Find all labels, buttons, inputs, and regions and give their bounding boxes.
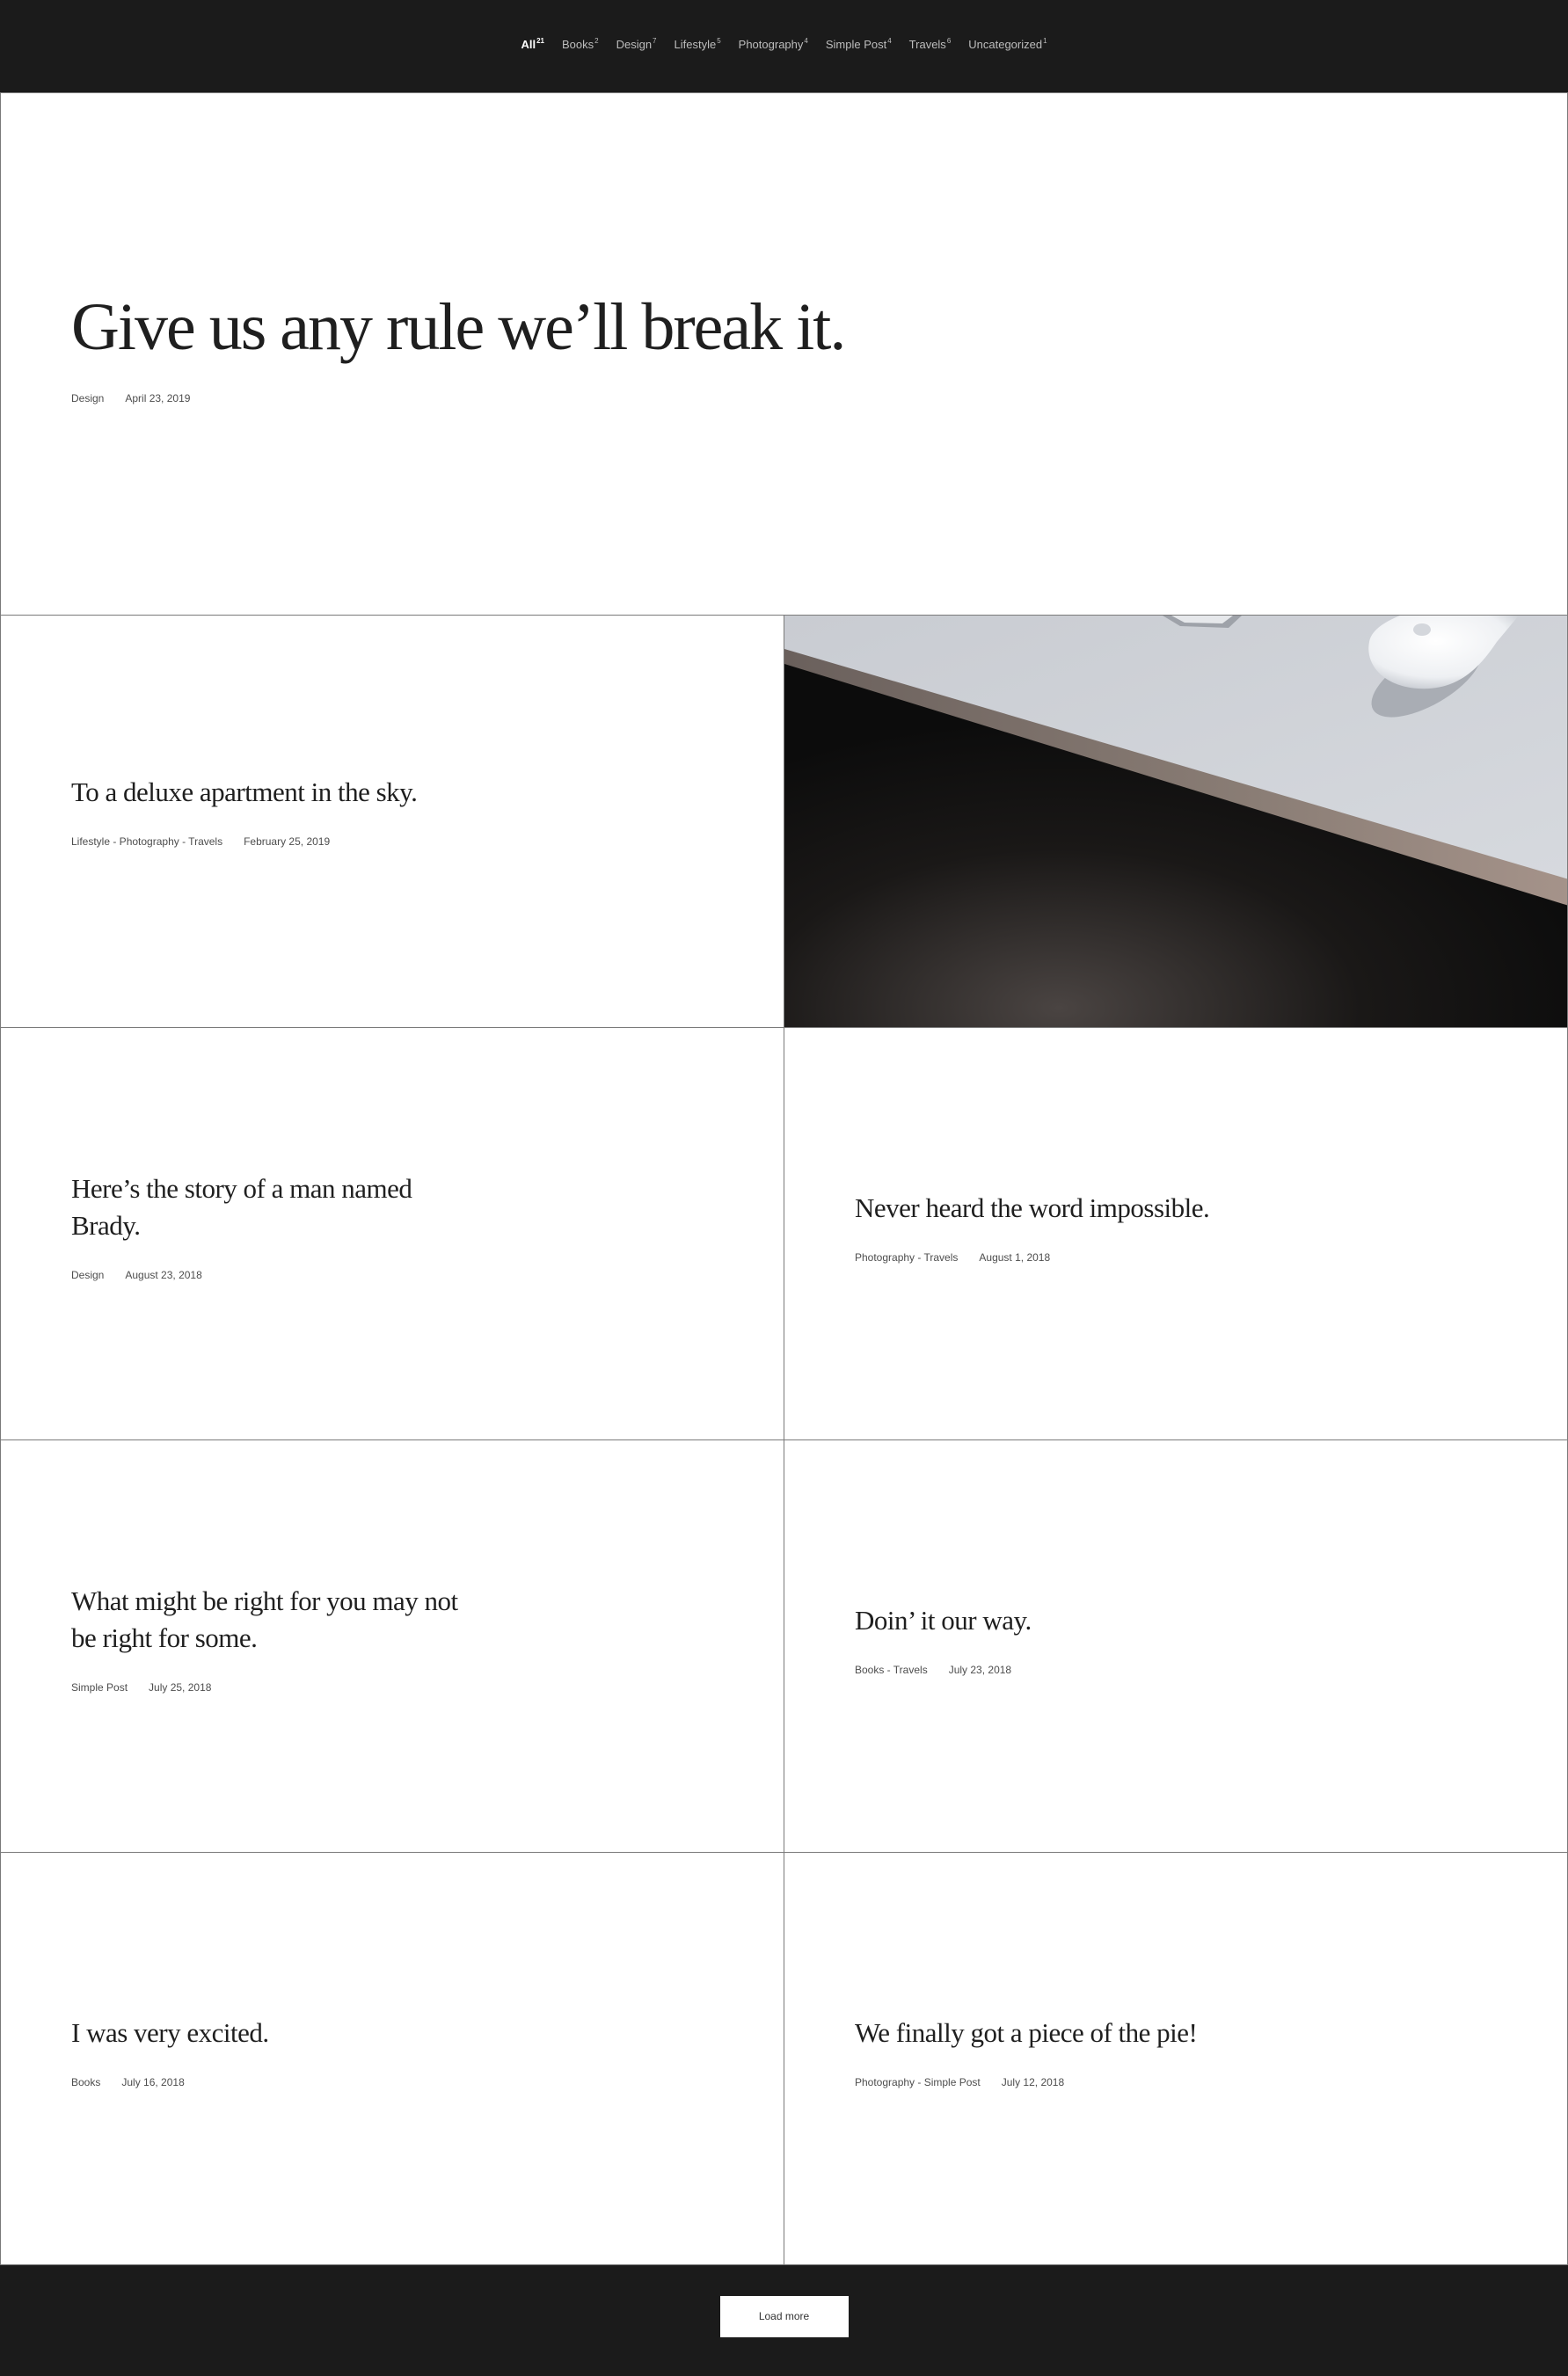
post-date: July 16, 2018 [121,2076,185,2088]
post-thumbnail-image[interactable] [784,615,1568,1028]
post-meta: Books - Travels July 23, 2018 [855,1664,1032,1676]
filter-simple-post[interactable]: Simple Post4 [826,37,892,51]
post-card-featured[interactable]: Give us any rule we’ll break it. Design … [0,92,1568,616]
post-title[interactable]: Here’s the story of a man named Brady. [71,1170,467,1244]
filter-photography[interactable]: Photography4 [739,37,808,51]
filter-label: Photography [738,37,804,51]
filter-label: All [521,37,536,51]
post-meta: Design April 23, 2019 [71,392,844,405]
post-meta: Lifestyle - Photography - Travels Februa… [71,835,417,848]
filter-uncategorized[interactable]: Uncategorized1 [968,37,1047,51]
filter-lifestyle[interactable]: Lifestyle5 [675,37,721,51]
post-title[interactable]: What might be right for you may not be r… [71,1583,485,1657]
filter-all[interactable]: All21 [521,37,544,51]
load-more-bar: Load more [0,2265,1568,2376]
post-date: July 12, 2018 [1001,2076,1065,2088]
load-more-button[interactable]: Load more [719,2295,849,2337]
filter-count: 6 [946,36,952,45]
post-card[interactable]: Here’s the story of a man named Brady. D… [0,1027,784,1440]
post-date: August 1, 2018 [979,1251,1051,1264]
filter-label: Simple Post [825,37,887,51]
post-title[interactable]: I was very excited. [71,2015,269,2052]
post-date: July 23, 2018 [948,1664,1012,1676]
category-filter-bar: All21 Books2 Design7 Lifestyle5 Photogra… [0,0,1568,92]
post-categories[interactable]: Design [71,1269,104,1281]
post-meta: Photography - Travels August 1, 2018 [855,1251,1209,1264]
filter-count: 4 [804,36,808,45]
post-categories[interactable]: Simple Post [71,1681,128,1694]
post-categories[interactable]: Photography - Travels [855,1251,958,1264]
filter-count: 1 [1043,36,1047,45]
post-date: July 25, 2018 [149,1681,212,1694]
filter-label: Uncategorized [968,37,1043,51]
post-meta: Simple Post July 25, 2018 [71,1681,485,1694]
post-date: April 23, 2019 [125,392,191,405]
post-categories[interactable]: Books [71,2076,100,2088]
filter-label: Travels [908,37,946,51]
post-card[interactable]: Doin’ it our way. Books - Travels July 2… [784,1439,1568,1853]
category-filters: All21 Books2 Design7 Lifestyle5 Photogra… [521,37,1047,51]
post-title[interactable]: To a deluxe apartment in the sky. [71,774,418,811]
filter-count: 5 [717,36,721,45]
filter-travels[interactable]: Travels6 [909,37,952,51]
laptop-mouse-photo [784,616,1567,1027]
filter-label: Lifestyle [674,37,717,51]
post-date: February 25, 2019 [244,835,331,848]
post-title[interactable]: Doin’ it our way. [855,1602,1032,1639]
post-meta: Books July 16, 2018 [71,2076,269,2088]
post-title[interactable]: Never heard the word impossible. [855,1190,1210,1227]
post-card[interactable]: I was very excited. Books July 16, 2018 [0,1852,784,2265]
post-title[interactable]: Give us any rule we’ll break it. [71,292,846,362]
post-categories[interactable]: Books - Travels [855,1664,928,1676]
filter-count: 2 [594,36,599,45]
post-date: August 23, 2018 [125,1269,202,1281]
post-categories[interactable]: Lifestyle - Photography - Travels [71,835,222,848]
post-categories[interactable]: Design [71,392,104,405]
post-meta: Design August 23, 2018 [71,1269,467,1281]
filter-count: 7 [653,36,657,45]
filter-label: Books [561,37,594,51]
filter-count: 4 [887,36,892,45]
post-card[interactable]: We finally got a piece of the pie! Photo… [784,1852,1568,2265]
post-title[interactable]: We finally got a piece of the pie! [855,2015,1198,2052]
filter-label: Design [616,37,653,51]
filter-count: 21 [536,36,544,45]
filter-design[interactable]: Design7 [616,37,657,51]
post-meta: Photography - Simple Post July 12, 2018 [855,2076,1197,2088]
post-card[interactable]: What might be right for you may not be r… [0,1439,784,1853]
post-categories[interactable]: Photography - Simple Post [855,2076,981,2088]
filter-books[interactable]: Books2 [562,37,599,51]
post-card[interactable]: Never heard the word impossible. Photogr… [784,1027,1568,1440]
post-card[interactable]: To a deluxe apartment in the sky. Lifest… [0,615,784,1028]
